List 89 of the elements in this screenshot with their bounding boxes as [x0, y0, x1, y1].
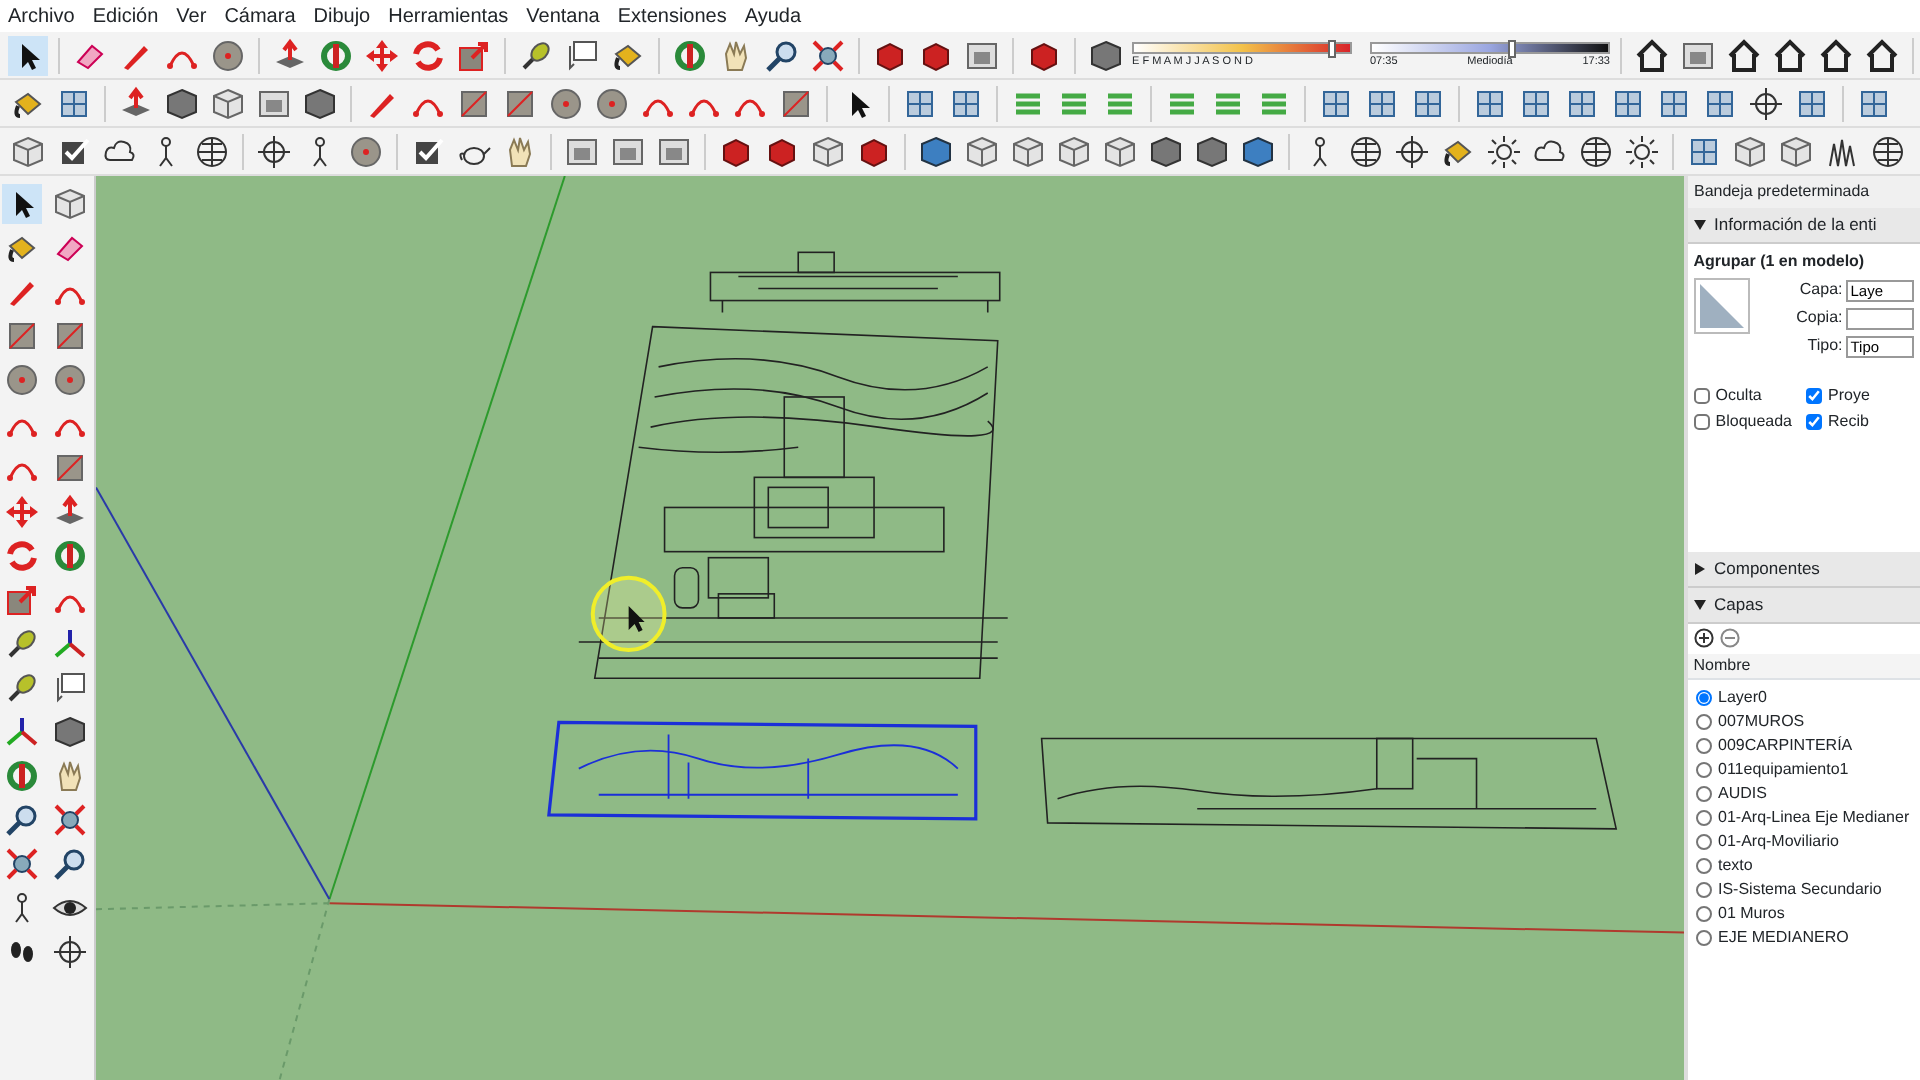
scale-icon[interactable]: [2, 580, 42, 620]
layer-name: IS-Sistema Secundario: [1718, 877, 1882, 902]
radio-button[interactable]: [1696, 713, 1712, 730]
radio-button[interactable]: [1696, 881, 1712, 898]
menu-item[interactable]: Archivo: [8, 1, 75, 31]
menu-item[interactable]: Ventana: [526, 1, 600, 31]
checkbox-label: Proye: [1828, 384, 1870, 409]
magnifier-icon[interactable]: [50, 844, 90, 884]
circle-icon[interactable]: [208, 35, 248, 75]
house-icon[interactable]: [1862, 35, 1902, 75]
globe-icon[interactable]: [1346, 131, 1386, 171]
menu-item[interactable]: Herramientas: [388, 1, 509, 31]
move-arrows-icon[interactable]: [2, 492, 42, 532]
panel-title[interactable]: Capas: [1714, 591, 1764, 617]
radio-button[interactable]: [1696, 929, 1712, 946]
zoom-extents-icon[interactable]: [50, 800, 90, 840]
field-label: Copia:: [1796, 306, 1843, 331]
layer-name: 01-Arq-Moviliario: [1718, 829, 1839, 854]
checkbox-label: Oculta: [1715, 384, 1762, 409]
house-icon[interactable]: [1632, 35, 1672, 75]
house-icon[interactable]: [1770, 35, 1810, 75]
radio-button[interactable]: [1696, 785, 1712, 802]
crosshair-icon[interactable]: [50, 932, 90, 972]
triangle-icon[interactable]: [1695, 562, 1705, 575]
layer-name: Layer0: [1718, 685, 1767, 710]
checkbox[interactable]: [1693, 414, 1710, 431]
date-slider[interactable]: [1132, 41, 1352, 53]
layer-name: EJE MEDIANERO: [1718, 925, 1849, 950]
rotate-arrows-icon[interactable]: [408, 35, 448, 75]
radio-button[interactable]: [1696, 761, 1712, 778]
input-field[interactable]: [1846, 307, 1915, 330]
menu-item[interactable]: Dibujo: [313, 1, 371, 31]
globe-icon[interactable]: [1868, 131, 1908, 171]
radio-button[interactable]: [1696, 689, 1712, 706]
triangle-icon[interactable]: [1694, 219, 1706, 230]
circle-icon[interactable]: [50, 360, 90, 400]
radio-button[interactable]: [1696, 737, 1712, 754]
menu-item[interactable]: Ayuda: [744, 1, 802, 31]
crosshair-icon[interactable]: [1746, 83, 1786, 123]
add-icon[interactable]: [1693, 628, 1714, 649]
house-icon[interactable]: [1724, 35, 1764, 75]
radio-button[interactable]: [1696, 833, 1712, 850]
time-slider[interactable]: [1370, 41, 1610, 53]
move-arrows-icon[interactable]: [362, 35, 402, 75]
layer-name: AUDIS: [1718, 781, 1767, 806]
layer-name: 01-Arq-Linea Eje Medianer: [1718, 805, 1910, 830]
checkbox-label: Bloqueada: [1715, 410, 1793, 435]
layer-name: 011equipamiento1: [1718, 757, 1849, 782]
zoom-extents-icon[interactable]: [2, 844, 42, 884]
globe-icon[interactable]: [1576, 131, 1616, 171]
menu-item[interactable]: Cámara: [224, 1, 296, 31]
sun-icon[interactable]: [1622, 131, 1662, 171]
entity-heading: Agrupar (1 en modelo): [1693, 249, 1867, 273]
triangle-icon[interactable]: [1694, 599, 1706, 610]
field-label: Tipo:: [1807, 334, 1843, 359]
checkbox-label: Recib: [1828, 410, 1869, 435]
group-thumbnail-icon: [1693, 278, 1750, 335]
crosshair-icon[interactable]: [254, 131, 294, 171]
magnifier-icon[interactable]: [2, 800, 42, 840]
zoom-extents-icon[interactable]: [808, 35, 848, 75]
radio-button[interactable]: [1696, 809, 1712, 826]
rotate-arrows-icon[interactable]: [2, 536, 42, 576]
checkbox[interactable]: [1806, 388, 1822, 405]
checkbox[interactable]: [1806, 414, 1822, 431]
globe-icon[interactable]: [192, 131, 232, 171]
circle-icon[interactable]: [546, 83, 586, 123]
slider-thumb[interactable]: [1508, 39, 1517, 57]
slider-thumb[interactable]: [1328, 39, 1337, 57]
cursor-highlight: [590, 575, 667, 653]
layer-name: 01 Muros: [1718, 901, 1785, 926]
layer-name: texto: [1718, 853, 1753, 878]
circle-icon[interactable]: [346, 131, 386, 171]
radio-button[interactable]: [1696, 905, 1712, 922]
layer-name: 007MUROS: [1718, 709, 1805, 734]
tray-title: Bandeja predeterminada: [1688, 176, 1920, 208]
mouse-pointer-icon: [628, 605, 645, 632]
layer-name: 009CARPINTERÍA: [1718, 733, 1853, 758]
sun-icon[interactable]: [1484, 131, 1524, 171]
radio-button[interactable]: [1696, 857, 1712, 874]
crosshair-icon[interactable]: [1392, 131, 1432, 171]
checkbox[interactable]: [1693, 388, 1710, 405]
menu-item[interactable]: Extensiones: [617, 1, 727, 31]
column-header[interactable]: Nombre: [1688, 654, 1920, 680]
house-icon[interactable]: [1816, 35, 1856, 75]
menu-item[interactable]: Edición: [92, 1, 159, 31]
circle-icon[interactable]: [592, 83, 632, 123]
field-label: Capa:: [1799, 278, 1843, 303]
menu-item[interactable]: Ver: [176, 1, 207, 31]
circle-icon[interactable]: [2, 360, 42, 400]
